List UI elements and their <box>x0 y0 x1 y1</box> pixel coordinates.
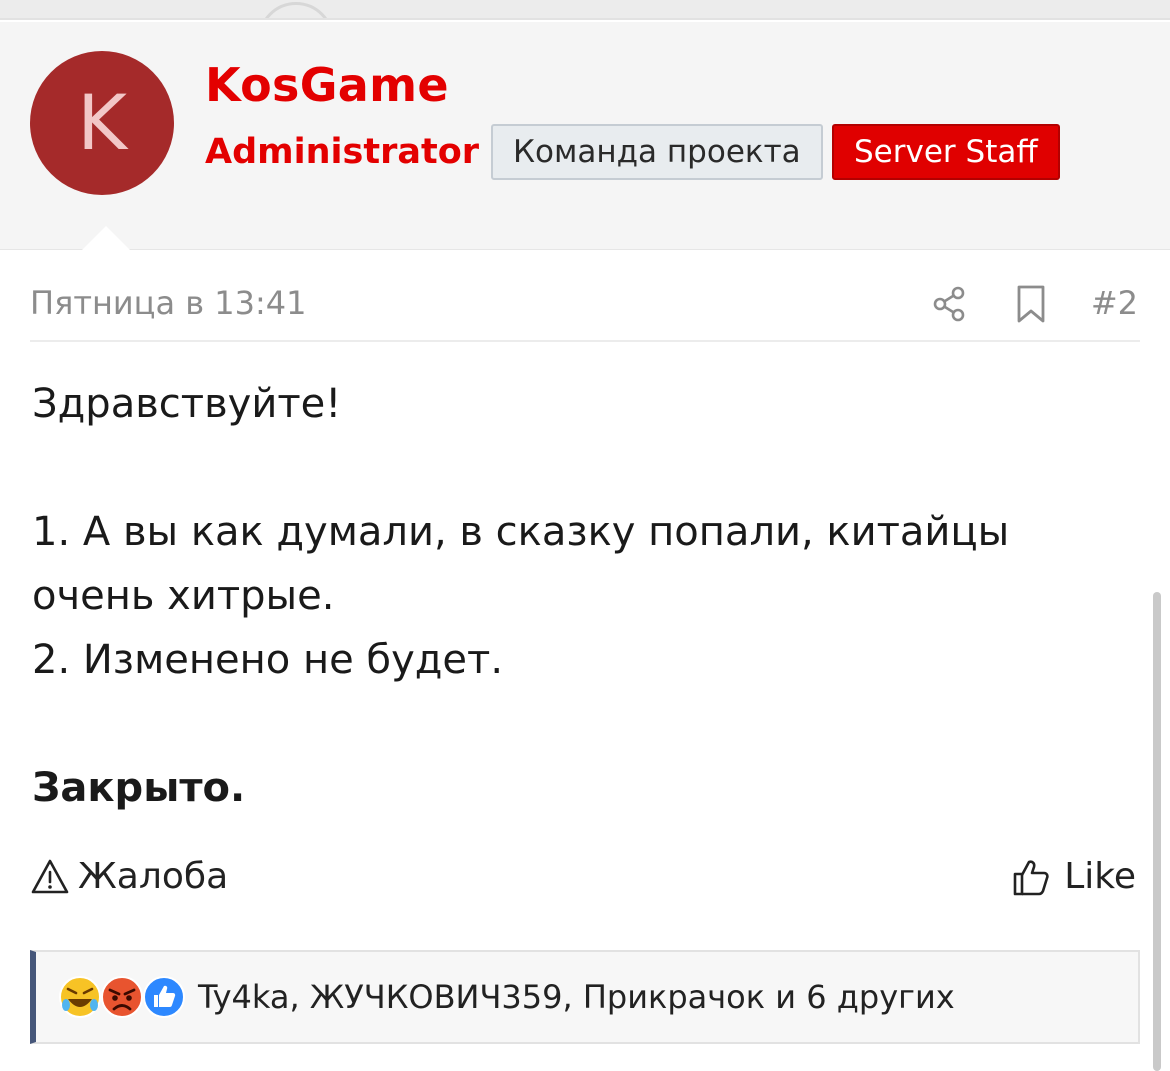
thumbs-up-icon <box>1013 859 1049 895</box>
message-closed-line: Закрыто. <box>32 765 246 811</box>
user-title: Administrator <box>205 132 480 172</box>
post-meta-bar: Пятница в 13:41 #2 <box>30 270 1140 342</box>
warning-icon <box>31 859 69 893</box>
reaction-icons-group <box>58 971 190 1023</box>
like-reaction-icon <box>143 976 185 1018</box>
report-button[interactable]: Жалоба <box>30 856 228 897</box>
avatar[interactable]: K <box>30 51 174 195</box>
post-date-link[interactable]: Пятница в 13:41 <box>30 284 306 322</box>
header-pointer-arrow <box>82 226 130 250</box>
angry-reaction-icon <box>101 976 143 1018</box>
staff-banner: Server Staff <box>832 124 1060 180</box>
like-label: Like <box>1064 856 1136 897</box>
post-message-body: Здравствуйте! 1. А вы как думали, в сказ… <box>32 372 1132 820</box>
previous-post-edge <box>0 0 1170 20</box>
previous-avatar-edge <box>258 2 334 18</box>
scrollbar-thumb[interactable] <box>1153 592 1161 1071</box>
report-label: Жалоба <box>78 856 229 897</box>
team-banner: Команда проекта <box>491 124 823 180</box>
forum-post-page: K KosGame Administrator Команда проекта … <box>0 0 1170 1071</box>
rofl-reaction-icon <box>59 976 101 1018</box>
bookmark-icon[interactable] <box>1014 284 1048 324</box>
message-line: очень хитрые. <box>32 573 335 619</box>
avatar-letter: K <box>77 78 127 167</box>
post-number-link[interactable]: #2 <box>1091 284 1138 322</box>
like-button[interactable]: Like <box>1012 856 1136 897</box>
post-actions-bar: Жалоба Like <box>30 856 1140 912</box>
post-author-header: K KosGame Administrator Команда проекта … <box>0 22 1170 250</box>
reactions-bar[interactable]: Ty4ka, ЖУЧКОВИЧ359, Прикрачок и 6 других <box>30 950 1140 1044</box>
reactions-users-link[interactable]: Ty4ka, ЖУЧКОВИЧ359, Прикрачок и 6 других <box>198 978 955 1016</box>
username-link[interactable]: KosGame <box>205 58 449 112</box>
message-line: 2. Изменено не будет. <box>32 637 504 683</box>
share-icon[interactable] <box>930 284 970 324</box>
message-line: Здравствуйте! <box>32 381 342 427</box>
message-line: 1. А вы как думали, в сказку попали, кит… <box>32 509 1010 555</box>
